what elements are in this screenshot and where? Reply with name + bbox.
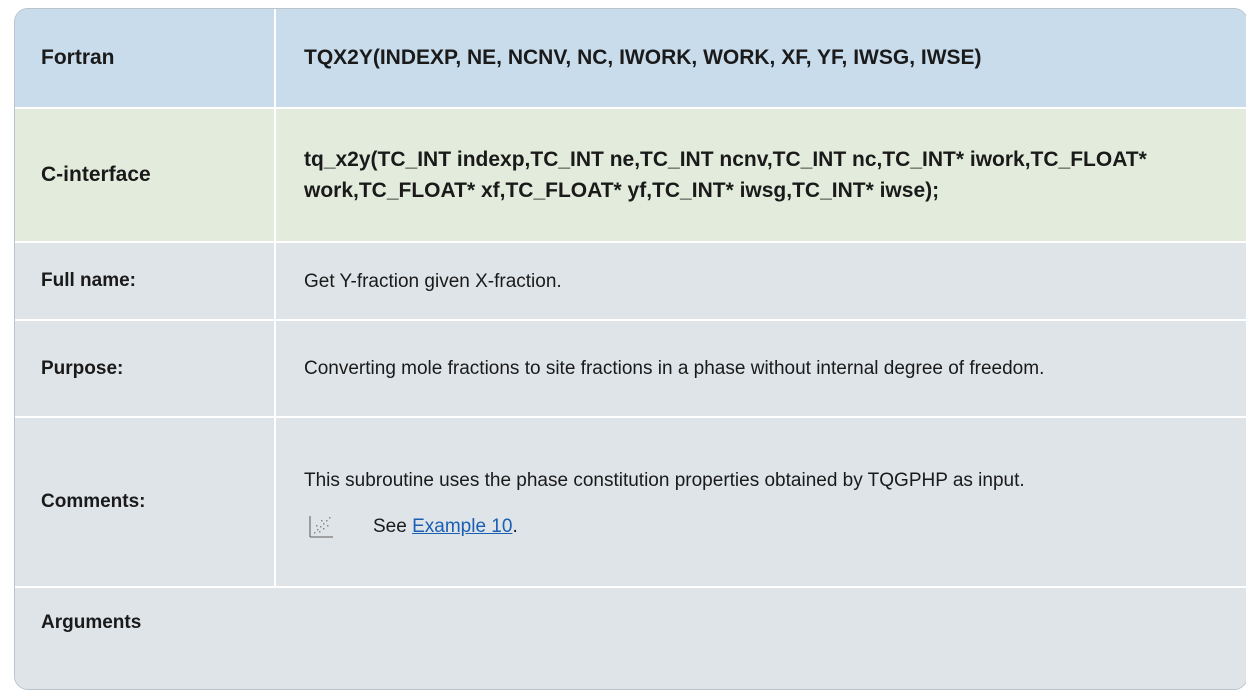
comments-value: This subroutine uses the phase constitut… [304, 469, 1025, 491]
c-interface-label: C-interface [41, 163, 151, 186]
see-example-text: See Example 10. [373, 516, 518, 538]
example-10-link[interactable]: Example 10 [412, 516, 512, 537]
example-chart-icon [309, 515, 333, 538]
purpose-row: Purpose: Converting mole fractions to si… [15, 321, 1246, 418]
arguments-row: Arguments [15, 588, 1246, 688]
full-name-label-cell: Full name: [15, 243, 276, 319]
comments-content: This subroutine uses the phase constitut… [304, 418, 1025, 586]
full-name-value-cell: Get Y-fraction given X-fraction. [276, 243, 1246, 319]
full-name-row: Full name: Get Y-fraction given X-fracti… [15, 243, 1246, 321]
c-interface-signature-cell: tq_x2y(TC_INT indexp,TC_INT ne,TC_INT nc… [276, 109, 1246, 241]
comments-label-cell: Comments: [15, 418, 276, 586]
fortran-signature: TQX2Y(INDEXP, NE, NCNV, NC, IWORK, WORK,… [304, 46, 982, 69]
comments-label: Comments: [41, 491, 146, 512]
purpose-label: Purpose: [41, 357, 124, 379]
purpose-value: Converting mole fractions to site fracti… [304, 358, 1045, 379]
full-name-value: Get Y-fraction given X-fraction. [304, 270, 562, 292]
full-name-label: Full name: [41, 270, 137, 291]
see-suffix: . [512, 515, 518, 537]
see-prefix: See [373, 515, 407, 537]
fortran-row: Fortran TQX2Y(INDEXP, NE, NCNV, NC, IWOR… [15, 9, 1246, 109]
purpose-value-cell: Converting mole fractions to site fracti… [276, 321, 1246, 416]
arguments-label: Arguments [41, 612, 142, 633]
comments-value-cell: This subroutine uses the phase constitut… [276, 418, 1246, 586]
fortran-signature-cell: TQX2Y(INDEXP, NE, NCNV, NC, IWORK, WORK,… [276, 9, 1246, 107]
see-example-line: See Example 10. [304, 514, 1025, 540]
c-interface-row: C-interface tq_x2y(TC_INT indexp,TC_INT … [15, 109, 1246, 243]
fortran-label-cell: Fortran [15, 9, 276, 107]
arguments-label-cell: Arguments [15, 588, 315, 688]
fortran-label: Fortran [41, 46, 115, 69]
comments-row: Comments: This subroutine uses the phase… [15, 418, 1246, 588]
c-interface-signature: tq_x2y(TC_INT indexp,TC_INT ne,TC_INT nc… [304, 148, 1147, 202]
c-interface-label-cell: C-interface [15, 109, 276, 241]
purpose-label-cell: Purpose: [15, 321, 276, 416]
function-reference-table: Fortran TQX2Y(INDEXP, NE, NCNV, NC, IWOR… [14, 8, 1246, 690]
